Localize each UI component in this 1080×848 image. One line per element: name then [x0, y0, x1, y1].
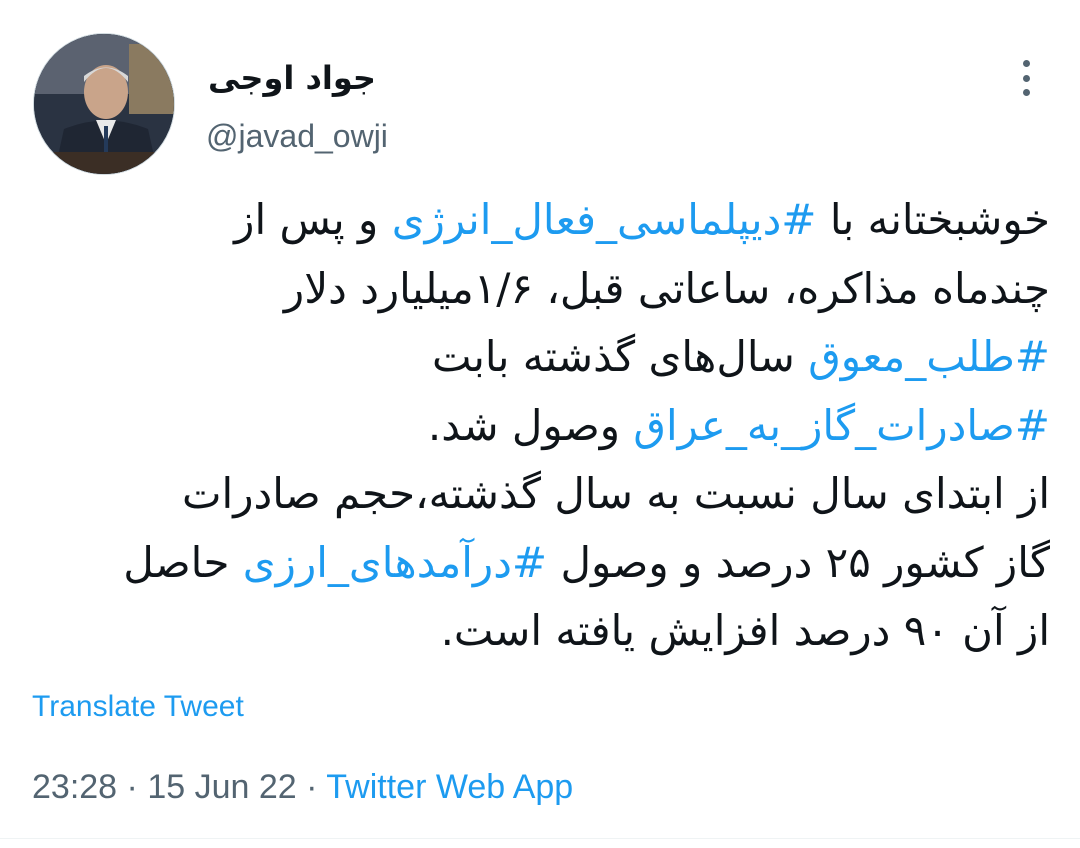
- more-options-icon[interactable]: [1013, 58, 1039, 98]
- dot: [1022, 89, 1030, 96]
- tweet-text-segment: حاصل: [123, 537, 243, 587]
- tweet-line: خوشبختانه با #دیپلماسی_فعال_انرژی و پس ا…: [20, 186, 1050, 255]
- separator: ·: [296, 768, 327, 806]
- tweet-time[interactable]: 23:28: [32, 768, 117, 806]
- dot: [1022, 74, 1030, 82]
- tweet-text-segment: وصول شد.: [427, 400, 634, 450]
- tweet-text-segment: و پس از: [234, 195, 392, 244]
- tweet-text-segment: از آن ۹۰ درصد افزایش یافته است.: [440, 606, 1050, 655]
- tweet-line: از ابتدای سال نسبت به سال گذشته،حجم صادر…: [20, 460, 1050, 529]
- tweet-date[interactable]: 15 Jun 22: [147, 768, 296, 806]
- author-name[interactable]: جواد اوجی: [208, 58, 376, 98]
- separator: ·: [117, 768, 148, 806]
- divider: [0, 838, 1080, 839]
- tweet-text-segment: گاز کشور ۲۵ درصد و وصول: [547, 537, 1050, 587]
- tweet-line: گاز کشور ۲۵ درصد و وصول #درآمدهای_ارزی ح…: [20, 529, 1050, 598]
- tweet-text-segment: سال‌های گذشته بابت: [431, 332, 809, 381]
- profile-photo: [34, 34, 174, 174]
- tweet-line: چندماه مذاکره، ساعاتی قبل، ۱/۶میلیارد دل…: [20, 255, 1050, 324]
- tweet-line: #صادرات_گاز_به_عراق وصول شد.: [20, 392, 1050, 461]
- source-app-link[interactable]: Twitter Web App: [326, 768, 573, 806]
- hashtag-link[interactable]: #درآمدهای_ارزی: [243, 538, 547, 587]
- tweet-text-segment: خوشبختانه با: [816, 195, 1050, 244]
- dot: [1022, 60, 1030, 67]
- tweet-line: #طلب_معوق سال‌های گذشته بابت: [20, 323, 1050, 392]
- tweet-text-segment: از ابتدای سال نسبت به سال گذشته،حجم صادر…: [182, 469, 1050, 518]
- hashtag-link[interactable]: #طلب_معوق: [808, 332, 1050, 381]
- hashtag-link[interactable]: #صادرات_گاز_به_عراق: [633, 401, 1050, 450]
- avatar[interactable]: [33, 33, 175, 175]
- author-handle[interactable]: @javad_owji: [206, 116, 388, 156]
- translate-tweet-link[interactable]: Translate Tweet: [32, 688, 244, 726]
- tweet-text: خوشبختانه با #دیپلماسی_فعال_انرژی و پس ا…: [20, 186, 1050, 666]
- tweet-meta: 23:28 · 15 Jun 22 · Twitter Web App: [32, 766, 573, 808]
- tweet-line: از آن ۹۰ درصد افزایش یافته است.: [20, 597, 1050, 666]
- hashtag-link[interactable]: #دیپلماسی_فعال_انرژی: [392, 195, 817, 244]
- tweet-text-segment: چندماه مذاکره، ساعاتی قبل، ۱/۶میلیارد دل…: [283, 263, 1050, 313]
